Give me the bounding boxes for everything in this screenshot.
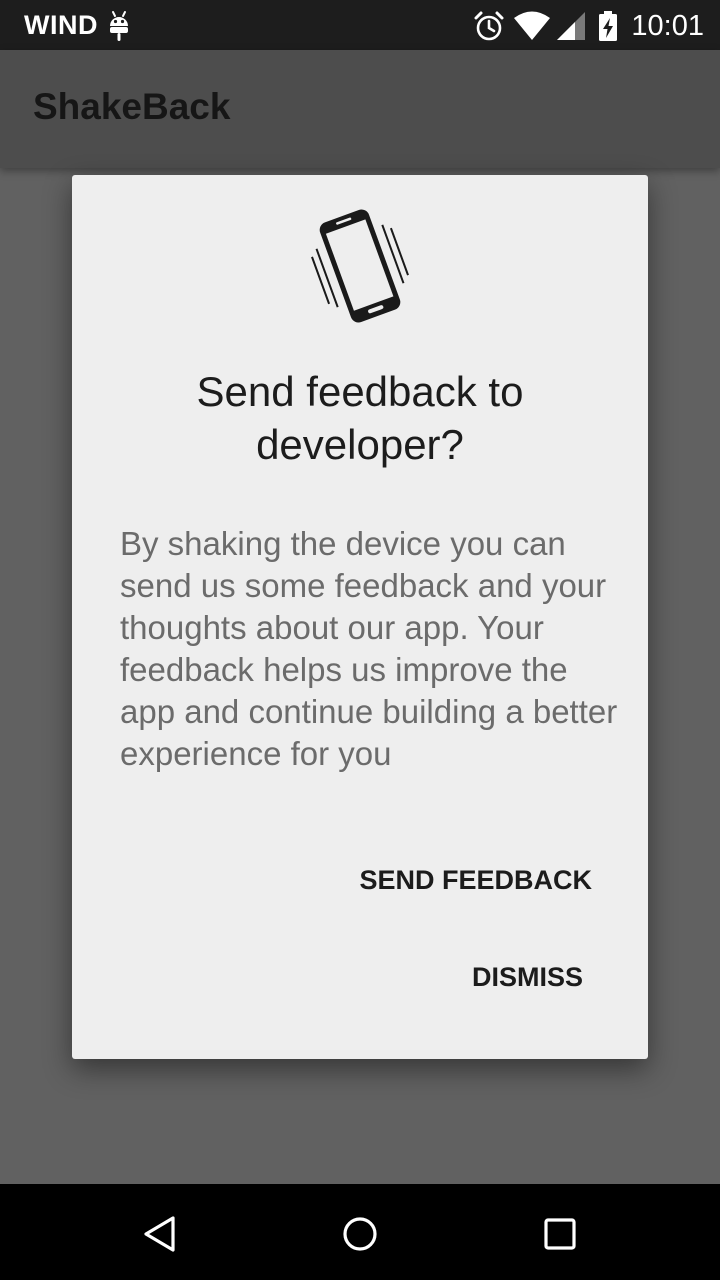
clock: 10:01 [631, 9, 704, 42]
status-icons: 10:01 [473, 8, 704, 44]
dialog-title: Send feedback to developer? [196, 368, 524, 468]
send-feedback-button[interactable]: SEND FEEDBACK [359, 865, 592, 896]
signal-icon [557, 12, 586, 40]
android-icon [110, 11, 128, 41]
feedback-dialog: Send feedback to developer? By shaking t… [72, 175, 648, 1059]
battery-charging-icon [599, 11, 618, 41]
dismiss-button[interactable]: DISMISS [472, 962, 583, 993]
recents-icon[interactable] [540, 1214, 580, 1254]
shaking-phone-icon [311, 209, 409, 323]
dialog-message: By shaking the device you can send us so… [120, 525, 618, 772]
back-icon[interactable] [140, 1214, 180, 1254]
app-bar: ShakeBack [0, 50, 720, 168]
app-title: ShakeBack [33, 86, 231, 127]
carrier-name: WIND [24, 10, 98, 40]
home-icon[interactable] [340, 1214, 380, 1254]
status-bar: WIND 10:01 [0, 0, 720, 50]
alarm-icon [474, 11, 504, 41]
navigation-bar [0, 1184, 720, 1280]
wifi-icon [514, 11, 551, 40]
